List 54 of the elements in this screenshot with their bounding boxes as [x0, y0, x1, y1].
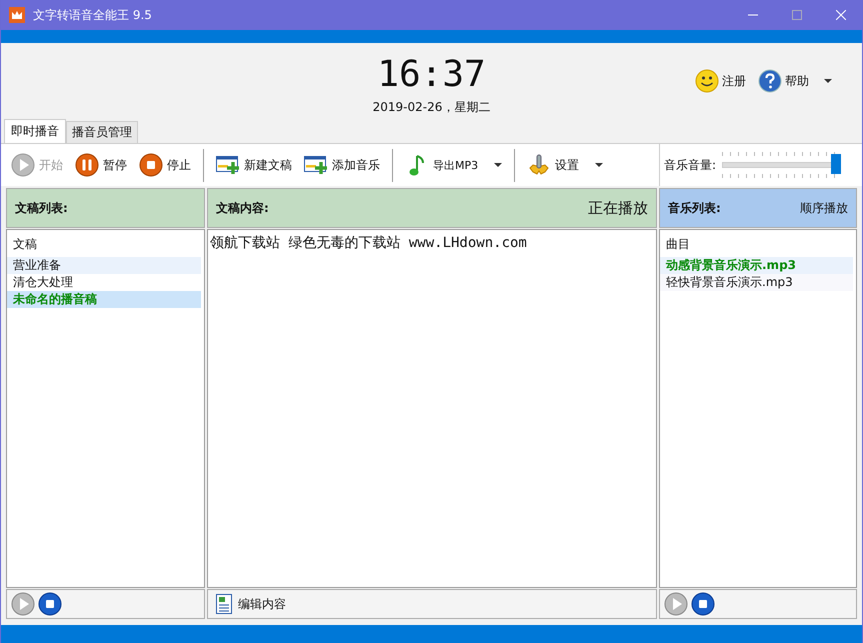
gear-icon	[527, 153, 552, 177]
close-icon[interactable]	[836, 10, 846, 20]
dropdown-caret-icon[interactable]	[595, 163, 604, 167]
smiley-icon[interactable]	[695, 69, 719, 93]
play-status: 正在播放	[588, 198, 648, 218]
stop-icon	[139, 153, 163, 177]
panel-title: 文稿内容:	[216, 200, 269, 216]
panel-title: 音乐列表:	[668, 200, 721, 216]
volume-slider[interactable]	[722, 152, 842, 178]
play-mode[interactable]: 顺序播放	[800, 200, 848, 216]
clock-time: 16:37	[376, 55, 487, 95]
clock-date: 2019-02-26，星期二	[372, 99, 490, 116]
panel-title: 文稿列表:	[15, 200, 68, 216]
dropdown-caret-icon[interactable]	[824, 79, 832, 83]
button-label: 设置	[555, 156, 580, 174]
edit-content-button[interactable]: 编辑内容	[212, 592, 290, 616]
toolbar-button[interactable]: 新建文稿	[212, 151, 296, 179]
toolbar-button[interactable]: 导出MP3	[401, 151, 506, 179]
help-icon[interactable]	[758, 69, 782, 93]
button-label: 停止	[167, 156, 191, 174]
stop-button[interactable]	[691, 592, 715, 616]
dropdown-caret-icon[interactable]	[494, 163, 502, 167]
header-button-group[interactable]: 注册	[695, 69, 746, 93]
volume-label: 音乐音量:	[664, 156, 716, 174]
button-label: 暂停	[103, 156, 127, 174]
toolbar-button[interactable]: 添加音乐	[300, 151, 384, 179]
add-list-icon	[216, 153, 240, 177]
toolbar-button[interactable]: 停止	[135, 151, 195, 179]
column-header: 文稿	[12, 236, 38, 253]
button-label: 导出MP3	[433, 158, 478, 172]
column-header: 曲目	[665, 236, 691, 253]
add-list-icon	[304, 153, 328, 177]
toolbar-button[interactable]: 设置	[523, 151, 608, 179]
content-text-area[interactable]: 领航下载站 绿色无毒的下载站 www.LHdown.com	[207, 229, 657, 588]
help-button[interactable]: 帮助	[785, 72, 809, 90]
register-button[interactable]: 注册	[722, 72, 746, 90]
list-item[interactable]: 轻快背景音乐演示.mp3	[660, 274, 853, 291]
tab[interactable]: 即时播音	[4, 119, 66, 144]
list-item[interactable]: 清仓大处理	[7, 274, 201, 291]
document-icon	[216, 594, 232, 614]
tab[interactable]: 播音员管理	[66, 121, 138, 143]
slider-thumb[interactable]	[831, 154, 842, 174]
list-item[interactable]: 营业准备	[7, 257, 201, 274]
button-label: 开始	[39, 156, 63, 174]
button-label: 添加音乐	[332, 156, 380, 174]
list-item[interactable]: 动感背景音乐演示.mp3	[660, 257, 853, 274]
toolbar-button[interactable]: 暂停	[71, 151, 131, 179]
pause-icon	[75, 153, 99, 177]
play-icon	[11, 153, 35, 177]
window-title: 文字转语音全能王 9.5	[33, 6, 152, 24]
stop-button[interactable]	[38, 592, 62, 616]
button-label: 新建文稿	[244, 156, 292, 174]
crown-icon	[9, 7, 25, 23]
header-button-group[interactable]: 帮助	[758, 69, 832, 93]
